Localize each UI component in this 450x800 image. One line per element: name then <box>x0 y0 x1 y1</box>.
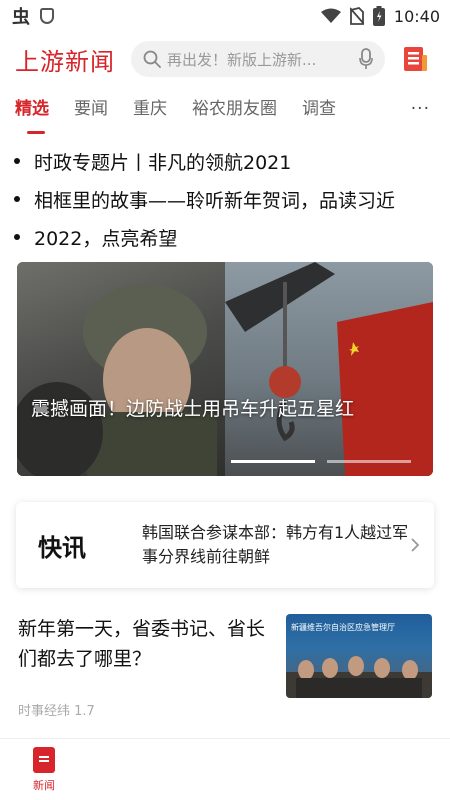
app-notification-icon: 虫 <box>12 7 30 28</box>
newspaper-icon <box>404 47 427 71</box>
nav-label: 新闻 <box>33 779 55 792</box>
tab-chongqing[interactable]: 重庆 <box>133 92 167 128</box>
bottom-navigation: 新闻 <box>0 738 450 800</box>
wifi-icon <box>320 8 341 23</box>
newspaper-button[interactable] <box>400 44 430 74</box>
headline-text: 2022，点亮希望 <box>34 227 178 250</box>
carousel-indicator[interactable] <box>327 460 411 463</box>
chevron-right-icon <box>411 538 420 552</box>
shield-icon <box>40 8 54 24</box>
news-title: 新年第一天，省委书记、省长们都去了哪里？ <box>18 618 266 670</box>
app-header: 上游新闻 再出发！新版上游新... <box>0 36 450 82</box>
more-tabs-button[interactable]: ··· <box>411 92 430 126</box>
microphone-icon[interactable] <box>359 48 373 70</box>
search-bar[interactable]: 再出发！新版上游新... <box>131 41 385 77</box>
flash-news-text: 韩国联合参谋本部：韩方有1人越过军事分界线前往朝鲜 <box>142 523 409 566</box>
tab-yunong-friends[interactable]: 裕农朋友圈 <box>192 92 277 128</box>
nav-item-news[interactable]: 新闻 <box>20 747 68 793</box>
hero-image-soldier <box>17 262 225 476</box>
headline-list: 时政专题片丨非凡的领航2021 相框里的故事——聆听新年贺词，品读习近 2022… <box>0 142 450 256</box>
headline-text: 时政专题片丨非凡的领航2021 <box>34 151 292 174</box>
no-sim-icon <box>349 7 364 25</box>
tab-featured[interactable]: 精选 <box>15 92 49 134</box>
bullet-icon <box>14 196 20 202</box>
app-title: 上游新闻 <box>15 47 115 76</box>
status-bar: 虫 10:40 <box>0 0 450 32</box>
search-icon <box>143 50 161 68</box>
tab-top-news[interactable]: 要闻 <box>74 92 108 128</box>
clock: 10:40 <box>393 6 440 26</box>
headline-text: 相框里的故事——聆听新年贺词，品读习近 <box>34 189 396 212</box>
channel-tabs: 精选 要闻 重庆 裕农朋友圈 调查 ··· <box>0 92 450 136</box>
carousel-indicator[interactable] <box>231 460 315 463</box>
hero-carousel[interactable]: 震撼画面！边防战士用吊车升起五星红 <box>17 262 433 476</box>
news-item[interactable]: 新年第一天，省委书记、省长们都去了哪里？ 时事经纬 1.7 新疆维吾尔自治区应急… <box>18 612 432 722</box>
bullet-icon <box>14 158 20 164</box>
flash-news-card[interactable]: 快讯 韩国联合参谋本部：韩方有1人越过军事分界线前往朝鲜 <box>16 502 434 588</box>
headline-item[interactable]: 2022，点亮希望 <box>0 218 450 256</box>
tab-investigation[interactable]: 调查 <box>302 92 336 128</box>
headline-item[interactable]: 相框里的故事——聆听新年贺词，品读习近 <box>0 180 450 218</box>
hero-image-crane-flag <box>225 262 433 476</box>
battery-icon <box>372 6 385 26</box>
search-placeholder: 再出发！新版上游新... <box>167 50 317 69</box>
carousel-indicators <box>231 460 411 463</box>
news-tab-icon <box>33 747 55 773</box>
news-meta: 时事经纬 1.7 <box>18 704 95 719</box>
hero-caption: 震撼画面！边防战士用吊车升起五星红 <box>31 398 355 420</box>
flash-news-label: 快讯 <box>38 532 86 562</box>
news-thumbnail: 新疆维吾尔自治区应急管理厅 <box>286 614 432 698</box>
bullet-icon <box>14 234 20 240</box>
headline-item[interactable]: 时政专题片丨非凡的领航2021 <box>0 142 450 180</box>
